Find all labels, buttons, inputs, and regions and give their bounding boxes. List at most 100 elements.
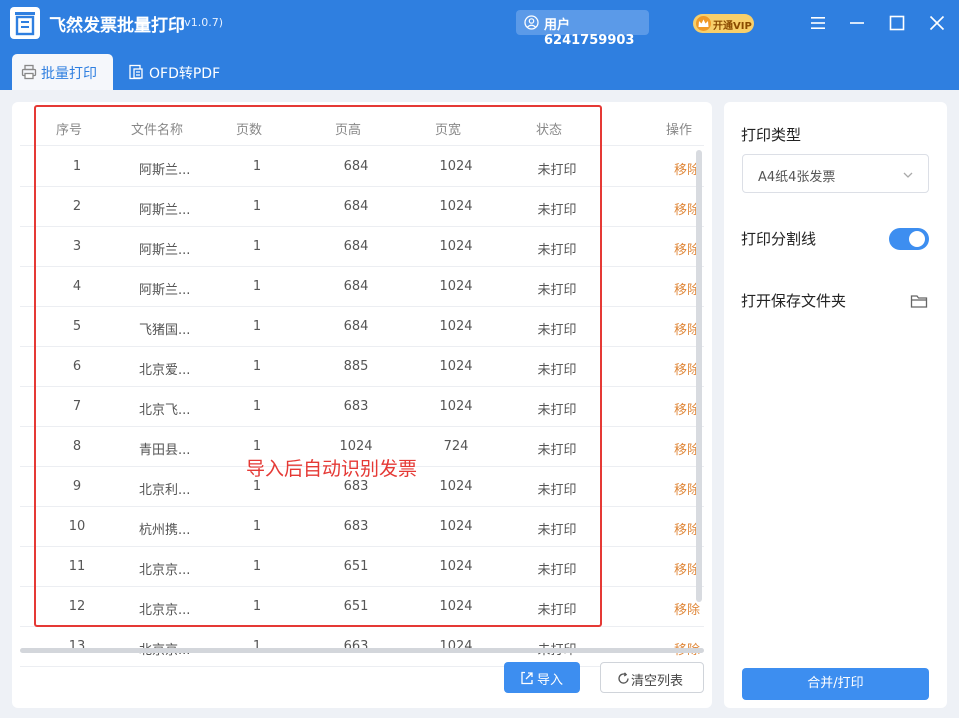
row-page-width: 724	[443, 439, 469, 454]
row-status: 未打印	[537, 283, 577, 298]
row-page-height: 885	[343, 359, 369, 374]
table-row[interactable]: 1 阿斯兰... 1 684 1024 未打印 移除	[20, 147, 704, 187]
row-page-width: 1024	[439, 159, 473, 174]
print-type-label: 打印类型	[741, 126, 802, 144]
row-status: 未打印	[537, 163, 577, 178]
row-index: 5	[72, 319, 82, 334]
vip-button[interactable]: 开通VIP	[693, 14, 754, 33]
row-status: 未打印	[537, 443, 577, 458]
tab-batch-print[interactable]: 批量打印	[12, 54, 113, 90]
row-status: 未打印	[537, 363, 577, 378]
tab-ofd-to-pdf[interactable]: OFD转PDF	[126, 54, 236, 90]
row-page-height: 651	[343, 559, 369, 574]
header-filename: 文件名称	[131, 123, 184, 138]
row-page-width: 1024	[439, 479, 473, 494]
row-page-width: 1024	[439, 399, 473, 414]
row-pages: 1	[252, 399, 262, 414]
open-folder-label: 打开保存文件夹	[741, 292, 847, 310]
row-index: 10	[68, 519, 86, 534]
row-status: 未打印	[537, 203, 577, 218]
row-filename: 阿斯兰...	[139, 243, 191, 258]
row-page-width: 1024	[439, 279, 473, 294]
row-page-height: 651	[343, 599, 369, 614]
table-row[interactable]: 10 杭州携... 1 683 1024 未打印 移除	[20, 507, 704, 547]
vertical-scrollbar[interactable]	[696, 150, 702, 602]
clear-list-button[interactable]: 清空列表	[600, 662, 704, 693]
user-icon	[524, 15, 539, 30]
tab-label: OFD转PDF	[149, 66, 221, 82]
row-index: 8	[72, 439, 82, 454]
table-row[interactable]: 6 北京爱... 1 885 1024 未打印 移除	[20, 347, 704, 387]
remove-link[interactable]: 移除	[662, 439, 712, 458]
header-page-width: 页宽	[434, 123, 461, 138]
settings-panel: 打印类型 A4纸4张发票 打印分割线 打开保存文件夹 合并/打印	[724, 102, 947, 708]
row-filename: 北京京...	[139, 603, 191, 618]
remove-link[interactable]: 移除	[662, 159, 712, 178]
header-divider	[20, 145, 704, 146]
import-button[interactable]: 导入	[504, 662, 580, 693]
table-row[interactable]: 3 阿斯兰... 1 684 1024 未打印 移除	[20, 227, 704, 267]
row-page-width: 1024	[439, 359, 473, 374]
row-index: 6	[72, 359, 82, 374]
remove-link[interactable]: 移除	[662, 559, 712, 578]
row-filename: 阿斯兰...	[139, 163, 191, 178]
close-icon	[929, 15, 945, 31]
remove-link[interactable]: 移除	[662, 279, 712, 298]
row-page-height: 683	[343, 519, 369, 534]
remove-link[interactable]: 移除	[662, 599, 712, 618]
user-account-button[interactable]: 用户6241759903	[516, 10, 649, 48]
title-bar: 飞然发票批量打印 (v1.0.7) 用户6241759903 开通VIP	[0, 0, 959, 48]
row-pages: 1	[252, 279, 262, 294]
print-type-select[interactable]: A4纸4张发票	[742, 154, 929, 193]
row-page-height: 1024	[339, 439, 373, 454]
row-filename: 北京利...	[139, 483, 191, 498]
remove-link[interactable]: 移除	[662, 199, 712, 218]
user-id-label: 用户6241759903	[544, 18, 635, 48]
printer-icon	[21, 64, 37, 80]
row-index: 11	[68, 559, 86, 574]
merge-print-button[interactable]: 合并/打印	[742, 668, 929, 700]
remove-link[interactable]: 移除	[662, 519, 712, 538]
row-filename: 飞猪国...	[139, 323, 191, 338]
table-row[interactable]: 4 阿斯兰... 1 684 1024 未打印 移除	[20, 267, 704, 307]
table-row[interactable]: 7 北京飞... 1 683 1024 未打印 移除	[20, 387, 704, 427]
header-page-height: 页高	[334, 123, 361, 138]
row-filename: 杭州携...	[139, 523, 191, 538]
row-status: 未打印	[537, 243, 577, 258]
row-index: 7	[72, 399, 82, 414]
maximize-button[interactable]	[885, 11, 909, 35]
close-button[interactable]	[925, 11, 949, 35]
remove-link[interactable]: 移除	[662, 399, 712, 418]
remove-link[interactable]: 移除	[662, 479, 712, 498]
row-pages: 1	[252, 519, 262, 534]
row-pages: 1	[252, 359, 262, 374]
annotation-text: 导入后自动识别发票	[246, 458, 418, 480]
row-index: 2	[72, 199, 82, 214]
remove-link[interactable]: 移除	[662, 239, 712, 258]
split-line-toggle[interactable]	[889, 228, 929, 250]
row-index: 9	[72, 479, 82, 494]
row-index: 4	[72, 279, 82, 294]
table-row[interactable]: 12 北京京... 1 651 1024 未打印 移除	[20, 587, 704, 627]
horizontal-scrollbar[interactable]	[20, 648, 704, 653]
row-page-height: 683	[343, 399, 369, 414]
crown-icon	[696, 16, 711, 31]
table-row[interactable]: 13北京京...16631024未打印移除	[20, 627, 704, 667]
row-filename: 北京飞...	[139, 403, 191, 418]
table-row[interactable]: 11 北京京... 1 651 1024 未打印 移除	[20, 547, 704, 587]
row-index: 12	[68, 599, 86, 614]
menu-icon	[811, 17, 825, 29]
row-index: 3	[72, 239, 82, 254]
row-page-width: 1024	[439, 519, 473, 534]
row-status: 未打印	[537, 323, 577, 338]
remove-link[interactable]: 移除	[662, 319, 712, 338]
row-page-width: 1024	[439, 599, 473, 614]
minimize-button[interactable]	[845, 11, 869, 35]
file-list-panel: 序号 文件名称 页数 页高 页宽 状态 操作 1 阿斯兰... 1 684 1024 未打…	[12, 102, 712, 708]
table-row[interactable]: 2 阿斯兰... 1 684 1024 未打印 移除	[20, 187, 704, 227]
table-row[interactable]: 5 飞猪国... 1 684 1024 未打印 移除	[20, 307, 704, 347]
clear-list-label: 清空列表	[631, 674, 684, 689]
remove-link[interactable]: 移除	[662, 359, 712, 378]
menu-button[interactable]	[806, 11, 830, 35]
folder-icon[interactable]	[910, 293, 928, 309]
